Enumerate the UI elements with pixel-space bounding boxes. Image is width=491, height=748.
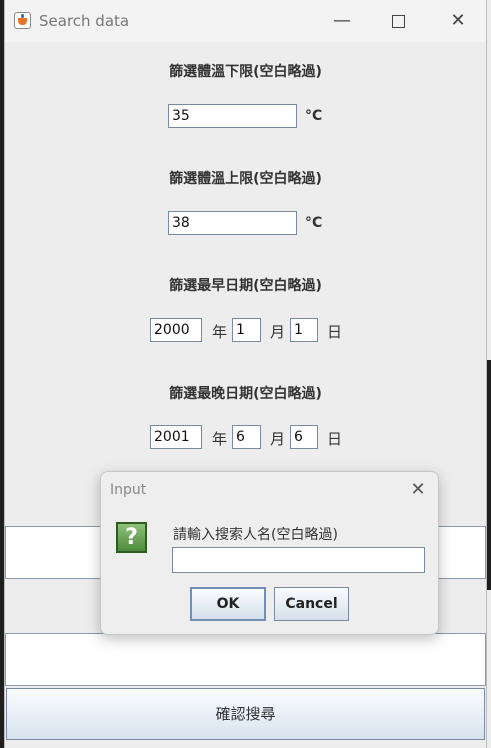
latest-month-label: 月 <box>270 430 286 448</box>
maximize-button[interactable] <box>383 8 413 34</box>
temp-min-field[interactable]: 35 <box>168 104 297 128</box>
latest-day-label: 日 <box>327 430 343 448</box>
temp-max-label: 篩選體溫上限(空白略過) <box>169 171 322 187</box>
window-title: Search data <box>39 12 130 30</box>
ok-button[interactable]: OK <box>190 587 266 621</box>
earliest-day-field[interactable]: 1 <box>290 318 318 342</box>
latest-year-label: 年 <box>212 430 228 448</box>
earliest-month-label: 月 <box>270 323 286 341</box>
result-area[interactable] <box>5 633 486 686</box>
latest-day-field[interactable]: 6 <box>290 425 318 449</box>
temp-max-unit: °C <box>305 215 323 231</box>
temp-max-field[interactable]: 38 <box>168 211 297 235</box>
close-button[interactable]: ✕ <box>443 8 473 34</box>
cancel-button[interactable]: Cancel <box>274 587 349 621</box>
latest-month-field[interactable]: 6 <box>232 425 261 449</box>
minimize-button[interactable]: — <box>327 8 357 34</box>
maximize-icon <box>391 15 405 28</box>
title-bar: Search data — ✕ <box>5 0 486 42</box>
dialog-close-button[interactable]: ✕ <box>404 477 432 503</box>
earliest-year-label: 年 <box>212 323 228 341</box>
earliest-month-field[interactable]: 1 <box>232 318 261 342</box>
date-earliest-label: 篩選最早日期(空白略過) <box>169 278 322 294</box>
earliest-year-field[interactable]: 2000 <box>150 318 202 342</box>
temp-min-unit: °C <box>305 108 323 124</box>
input-dialog: Input ✕ ? 請輸入搜索人名(空白略過) OK Cancel <box>100 471 439 635</box>
latest-year-field[interactable]: 2001 <box>150 425 202 449</box>
date-latest-label: 篩選最晚日期(空白略過) <box>169 386 322 402</box>
search-data-window: Search data — ✕ 篩選體溫下限(空白略過) 35 °C 篩選體溫上… <box>4 0 487 748</box>
earliest-day-label: 日 <box>327 323 343 341</box>
java-app-icon <box>14 12 31 29</box>
background-window-strip-right <box>487 360 491 590</box>
dialog-title: Input <box>110 482 147 498</box>
temp-min-label: 篩選體溫下限(空白略過) <box>169 64 322 80</box>
question-icon: ? <box>116 522 147 553</box>
name-input[interactable] <box>172 547 425 573</box>
dialog-message: 請輸入搜索人名(空白略過) <box>173 527 338 543</box>
confirm-search-button[interactable]: 確認搜尋 <box>6 688 485 740</box>
